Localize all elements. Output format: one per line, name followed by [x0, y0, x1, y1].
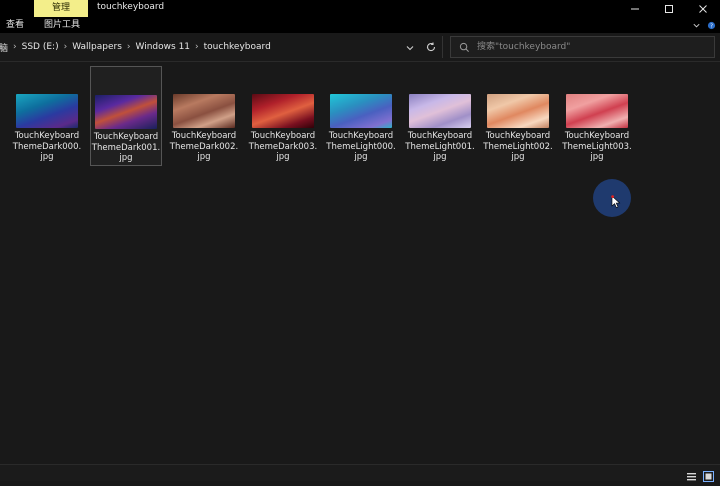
file-name: TouchKeyboard ThemeLight001. jpg	[405, 131, 475, 162]
search-icon	[459, 42, 469, 52]
file-item[interactable]: TouchKeyboard ThemeDark003. jpg	[247, 66, 319, 166]
file-item[interactable]: TouchKeyboard ThemeLight000. jpg	[325, 66, 397, 166]
file-item[interactable]: TouchKeyboard ThemeLight003. jpg	[561, 66, 633, 166]
title-bar: 管理 touchkeyboard	[0, 0, 720, 17]
tab-view[interactable]: 查看	[6, 17, 24, 33]
close-icon	[699, 4, 707, 13]
chevron-down-icon[interactable]	[692, 21, 701, 30]
tab-manage[interactable]: 管理	[34, 0, 88, 17]
file-thumbnail	[487, 94, 549, 128]
view-toggle	[686, 467, 714, 482]
crumb-this-pc[interactable]: 电脑	[0, 41, 8, 54]
svg-text:?: ?	[710, 23, 713, 29]
file-name: TouchKeyboard ThemeLight002. jpg	[483, 131, 553, 162]
crumb-wallpapers[interactable]: Wallpapers	[72, 42, 122, 52]
search-box[interactable]	[450, 36, 715, 58]
details-view-icon[interactable]	[686, 467, 697, 481]
chevron-right-icon[interactable]: ›	[13, 42, 17, 52]
file-thumbnail	[173, 94, 235, 128]
crumb-drive[interactable]: SSD (E:)	[22, 42, 59, 52]
large-icons-view-icon[interactable]	[703, 467, 714, 482]
help-icon[interactable]: ?	[707, 21, 716, 30]
file-thumbnail	[95, 95, 157, 129]
crumb-windows11[interactable]: Windows 11	[136, 42, 191, 52]
file-name: TouchKeyboard ThemeLight003. jpg	[562, 131, 632, 162]
close-button[interactable]	[686, 0, 720, 17]
file-name: TouchKeyboard ThemeDark001. jpg	[91, 132, 161, 163]
file-item[interactable]: TouchKeyboard ThemeDark000. jpg	[11, 66, 83, 166]
tab-picture-tools[interactable]: 图片工具	[44, 17, 80, 33]
breadcrumb: 电脑 › SSD (E:) › Wallpapers › Windows 11 …	[0, 36, 271, 58]
minimize-icon	[631, 8, 639, 9]
chevron-right-icon[interactable]: ›	[127, 42, 131, 52]
file-name: TouchKeyboard ThemeDark000. jpg	[12, 131, 82, 162]
file-thumbnail	[252, 94, 314, 128]
refresh-icon[interactable]	[425, 41, 437, 53]
file-thumbnail	[16, 94, 78, 128]
ribbon-controls: ?	[692, 17, 716, 33]
file-item[interactable]: TouchKeyboard ThemeDark002. jpg	[168, 66, 240, 166]
chevron-right-icon[interactable]: ›	[195, 42, 199, 52]
crumb-touchkeyboard[interactable]: touchkeyboard	[204, 42, 271, 52]
window-controls	[618, 0, 720, 17]
file-name: TouchKeyboard ThemeLight000. jpg	[326, 131, 396, 162]
minimize-button[interactable]	[618, 0, 652, 17]
file-thumbnail	[330, 94, 392, 128]
chevron-right-icon[interactable]: ›	[64, 42, 68, 52]
file-item[interactable]: TouchKeyboard ThemeLight001. jpg	[404, 66, 476, 166]
maximize-button[interactable]	[652, 0, 686, 17]
navigation-bar: 电脑 › SSD (E:) › Wallpapers › Windows 11 …	[0, 33, 720, 62]
file-name: TouchKeyboard ThemeDark002. jpg	[169, 131, 239, 162]
file-item-selected[interactable]: TouchKeyboard ThemeDark001. jpg	[90, 66, 162, 166]
file-thumbnail	[409, 94, 471, 128]
file-view: TouchKeyboard ThemeDark000. jpg TouchKeybo…	[0, 62, 720, 464]
window-title: touchkeyboard	[97, 2, 165, 12]
mouse-pointer-icon	[611, 195, 621, 208]
status-bar	[0, 464, 720, 482]
address-bar[interactable]: 电脑 › SSD (E:) › Wallpapers › Windows 11 …	[0, 36, 443, 58]
file-name: TouchKeyboard ThemeDark003. jpg	[248, 131, 318, 162]
maximize-icon	[665, 4, 673, 13]
search-input[interactable]	[477, 37, 707, 57]
file-thumbnail	[566, 94, 628, 128]
address-dropdown-icon[interactable]	[404, 42, 416, 54]
file-item[interactable]: TouchKeyboard ThemeLight002. jpg	[482, 66, 554, 166]
ribbon-tabs: 查看 图片工具 ?	[0, 17, 720, 33]
